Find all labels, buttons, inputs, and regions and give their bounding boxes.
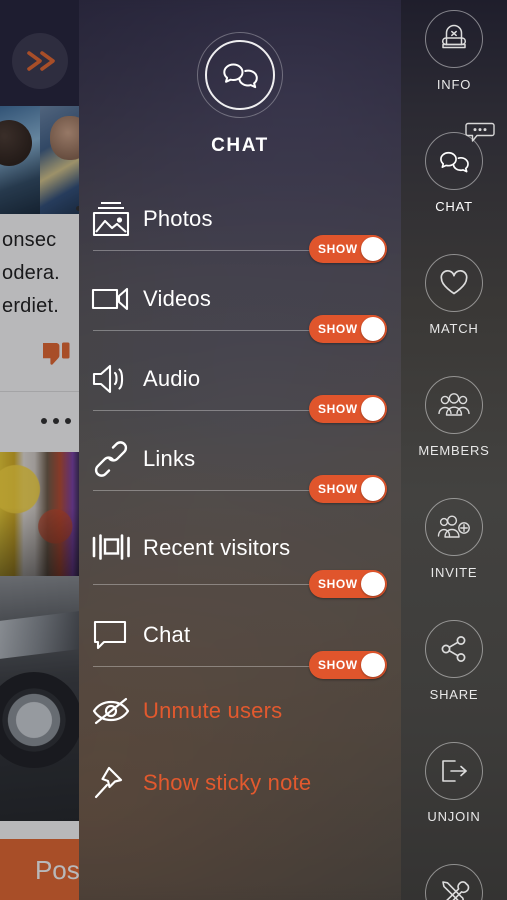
rail-item-invite[interactable]: INVITE <box>401 498 507 610</box>
feed-dim-overlay[interactable] <box>0 0 79 900</box>
rail-item-unjoin[interactable]: UNJOIN <box>401 742 507 854</box>
drawer-action-label: Unmute users <box>143 698 283 723</box>
recent-visitors-icon <box>79 530 143 564</box>
rail-item-label: MEMBERS <box>418 443 490 458</box>
toggle-knob[interactable] <box>361 477 385 501</box>
toggle-knob[interactable] <box>361 653 385 677</box>
chat-settings-drawer: CHAT Photos SHOW Videos SHOW Audio SHOW … <box>79 0 401 900</box>
toggle-label: SHOW <box>318 577 358 591</box>
share-nodes-icon <box>425 620 483 678</box>
rail-item-label: INFO <box>436 77 472 92</box>
toggle-knob[interactable] <box>361 317 385 341</box>
exit-door-icon <box>425 742 483 800</box>
pin-icon <box>79 764 143 802</box>
recent-visitors-show-toggle[interactable]: SHOW <box>309 570 387 598</box>
drawer-action-unmute-users[interactable]: Unmute users <box>79 675 401 747</box>
speaker-icon <box>79 362 143 396</box>
photos-icon <box>79 200 143 238</box>
divider <box>93 250 323 251</box>
divider <box>93 330 323 331</box>
toggle-label: SHOW <box>318 242 358 256</box>
rail-item-label: SHARE <box>429 687 479 702</box>
right-nav-rail: INFO CHAT MATCH MEMBERS INVITE SHARE UNJ… <box>401 0 507 900</box>
drawer-row-label: Chat <box>143 622 191 647</box>
drawer-row-label: Audio <box>143 366 201 391</box>
drawer-row-label: Videos <box>143 286 212 311</box>
divider <box>93 410 323 411</box>
chat-bubbles-icon <box>425 122 495 190</box>
members-icon <box>425 376 483 434</box>
divider <box>93 490 323 491</box>
drawer-row-chat[interactable]: Chat SHOW <box>79 595 401 679</box>
divider <box>93 584 323 585</box>
drawer-row-photos[interactable]: Photos SHOW <box>79 179 401 263</box>
drawer-action-label: Show sticky note <box>143 770 312 795</box>
drawer-row-videos[interactable]: Videos SHOW <box>79 259 401 343</box>
chat-bubbles-icon <box>205 40 275 110</box>
rail-item-label: CHAT <box>435 199 473 214</box>
rail-item-chat[interactable]: CHAT <box>401 122 507 244</box>
drawer-row-links[interactable]: Links SHOW <box>79 419 401 503</box>
heart-icon <box>425 254 483 312</box>
toggle-label: SHOW <box>318 658 358 672</box>
drawer-row-audio[interactable]: Audio SHOW <box>79 339 401 423</box>
toggle-label: SHOW <box>318 322 358 336</box>
invite-user-icon <box>425 498 483 556</box>
divider <box>93 666 323 667</box>
toggle-label: SHOW <box>318 402 358 416</box>
drawer-row-label: Recent visitors <box>143 534 291 560</box>
drawer-menu: Photos SHOW Videos SHOW Audio SHOW Links… <box>79 179 401 819</box>
typing-bubble-badge <box>464 121 496 152</box>
toggle-knob[interactable] <box>361 237 385 261</box>
drawer-header: CHAT <box>79 0 401 157</box>
link-icon <box>79 441 143 477</box>
drawer-row-recent-visitors[interactable]: Recent visitors SHOW <box>79 499 401 598</box>
drawer-title: CHAT <box>211 135 269 156</box>
video-camera-icon <box>79 284 143 314</box>
app-screen: onsec odera. erdiet. Post <box>0 0 507 900</box>
rail-item-match[interactable]: MATCH <box>401 254 507 366</box>
armchair-x-icon <box>425 10 483 68</box>
rail-item-members[interactable]: MEMBERS <box>401 376 507 488</box>
tools-icon <box>425 864 483 900</box>
rail-item-label: MATCH <box>429 321 479 336</box>
rail-item-share[interactable]: SHARE <box>401 620 507 732</box>
rail-item-info[interactable]: INFO <box>401 10 507 122</box>
toggle-knob[interactable] <box>361 397 385 421</box>
drawer-header-ring <box>197 32 283 118</box>
drawer-row-label: Photos <box>143 206 213 231</box>
rail-item-label: INVITE <box>430 565 478 580</box>
toggle-knob[interactable] <box>361 572 385 596</box>
drawer-action-show-sticky-note[interactable]: Show sticky note <box>79 747 401 819</box>
rail-item-admin[interactable]: ADMIN <box>401 864 507 900</box>
rail-item-label: UNJOIN <box>427 809 481 824</box>
drawer-row-label: Links <box>143 446 196 471</box>
eye-slash-icon <box>79 696 143 726</box>
chat-box-icon <box>79 618 143 652</box>
toggle-label: SHOW <box>318 482 358 496</box>
